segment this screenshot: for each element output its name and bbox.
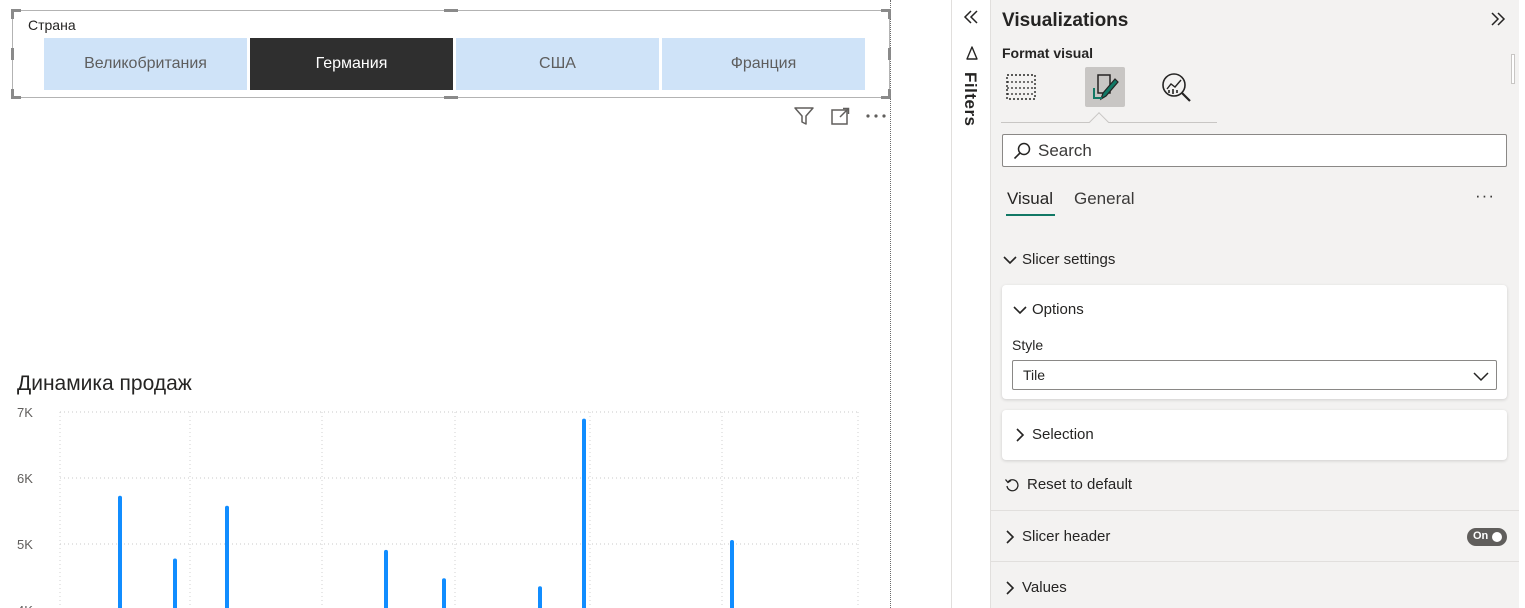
options-card: Options Style Tile — [1002, 285, 1507, 399]
slicer-tile-germany[interactable]: Германия — [250, 38, 453, 90]
options-header[interactable]: Options — [1012, 301, 1084, 318]
more-options-icon[interactable]: ··· — [1475, 186, 1495, 206]
tab-visual[interactable]: Visual — [1007, 189, 1053, 209]
y-tick-label: 4K — [17, 603, 33, 608]
chevron-right-icon — [1006, 529, 1015, 544]
expand-right-icon[interactable] — [1489, 10, 1509, 30]
reset-label: Reset to default — [1027, 476, 1133, 493]
toggle-state-label: On — [1473, 530, 1489, 542]
filters-pane-collapsed[interactable]: Filters — [951, 0, 989, 608]
resize-handle-left[interactable] — [11, 48, 14, 60]
style-dropdown-value: Tile — [1023, 367, 1046, 383]
slicer-header-toggle[interactable]: On — [1467, 528, 1507, 546]
focus-mode-icon[interactable] — [828, 104, 852, 128]
y-tick-label: 7K — [17, 405, 33, 420]
selection-header[interactable]: Selection — [1012, 426, 1094, 443]
more-options-icon[interactable] — [864, 104, 888, 128]
slicer-tile-usa[interactable]: США — [456, 38, 659, 90]
chevron-right-icon — [1016, 427, 1025, 442]
format-visual-label: Format visual — [1002, 45, 1094, 61]
style-dropdown[interactable]: Tile — [1012, 360, 1497, 390]
build-visual-icon[interactable] — [1001, 67, 1041, 107]
pane-tabs — [1001, 67, 1217, 123]
resize-handle-bottom[interactable] — [444, 96, 458, 99]
format-visual-icon[interactable] — [1085, 67, 1125, 107]
selection-label: Selection — [1032, 426, 1094, 443]
visual-header — [792, 104, 888, 128]
slicer-title: Страна — [28, 17, 76, 33]
style-label: Style — [1012, 337, 1044, 353]
slicer-header-section[interactable]: Slicer header — [1002, 528, 1110, 545]
active-tab-underline — [1006, 214, 1055, 216]
resize-handle-bottom-left[interactable] — [11, 89, 21, 99]
reset-to-default-button[interactable]: Reset to default — [1004, 476, 1132, 493]
y-tick-label: 5K — [17, 537, 33, 552]
filter-icon[interactable] — [792, 104, 816, 128]
selection-card[interactable]: Selection — [1002, 410, 1507, 460]
resize-handle-right[interactable] — [888, 48, 891, 60]
scrollbar-thumb[interactable] — [1511, 54, 1515, 84]
scrollbar-track[interactable] — [1519, 0, 1525, 608]
slicer-settings-label: Slicer settings — [1022, 251, 1116, 268]
options-label: Options — [1032, 301, 1084, 318]
values-section[interactable]: Values — [1002, 579, 1067, 596]
y-tick-label: 6K — [17, 471, 33, 486]
slicer-tile-france[interactable]: Франция — [662, 38, 865, 90]
resize-handle-top-left[interactable] — [11, 9, 21, 19]
resize-handle-top[interactable] — [444, 9, 458, 12]
search-icon — [1012, 141, 1032, 161]
search-input[interactable] — [1038, 140, 1478, 161]
slicer-tile-great-britain[interactable]: Великобритания — [44, 38, 247, 90]
filters-label[interactable]: Filters — [960, 72, 980, 127]
collapse-left-icon[interactable] — [961, 7, 981, 27]
reset-icon — [1005, 478, 1019, 491]
tab-general[interactable]: General — [1074, 189, 1134, 209]
section-divider — [991, 510, 1519, 511]
search-box[interactable] — [1002, 134, 1507, 167]
resize-handle-bottom-right[interactable] — [881, 89, 891, 99]
report-canvas: Страна Великобритания Германия США Франц… — [0, 0, 950, 608]
resize-handle-top-right[interactable] — [881, 9, 891, 19]
values-label: Values — [1022, 579, 1067, 596]
visualizations-pane: Visualizations Format visual Search Visu… — [990, 0, 1525, 608]
pane-title: Visualizations — [1002, 10, 1129, 31]
slicer-tiles: Великобритания Германия США Франция — [44, 38, 865, 90]
chevron-right-icon — [1006, 580, 1015, 595]
section-divider — [991, 561, 1519, 562]
chevron-down-icon — [1003, 255, 1017, 264]
sales-line-chart[interactable]: 7K 6K 5K 4K — [0, 400, 890, 608]
funnel-icon — [963, 44, 981, 62]
chevron-down-icon — [1013, 305, 1027, 314]
slicer-header-label: Slicer header — [1022, 528, 1111, 545]
toggle-knob — [1492, 532, 1502, 542]
chevron-down-icon — [1473, 372, 1489, 382]
country-slicer[interactable]: Страна Великобритания Германия США Франц… — [11, 9, 891, 99]
analytics-icon[interactable] — [1156, 67, 1196, 107]
slicer-settings-section[interactable]: Slicer settings — [1002, 251, 1115, 268]
chart-title: Динамика продаж — [17, 372, 192, 395]
